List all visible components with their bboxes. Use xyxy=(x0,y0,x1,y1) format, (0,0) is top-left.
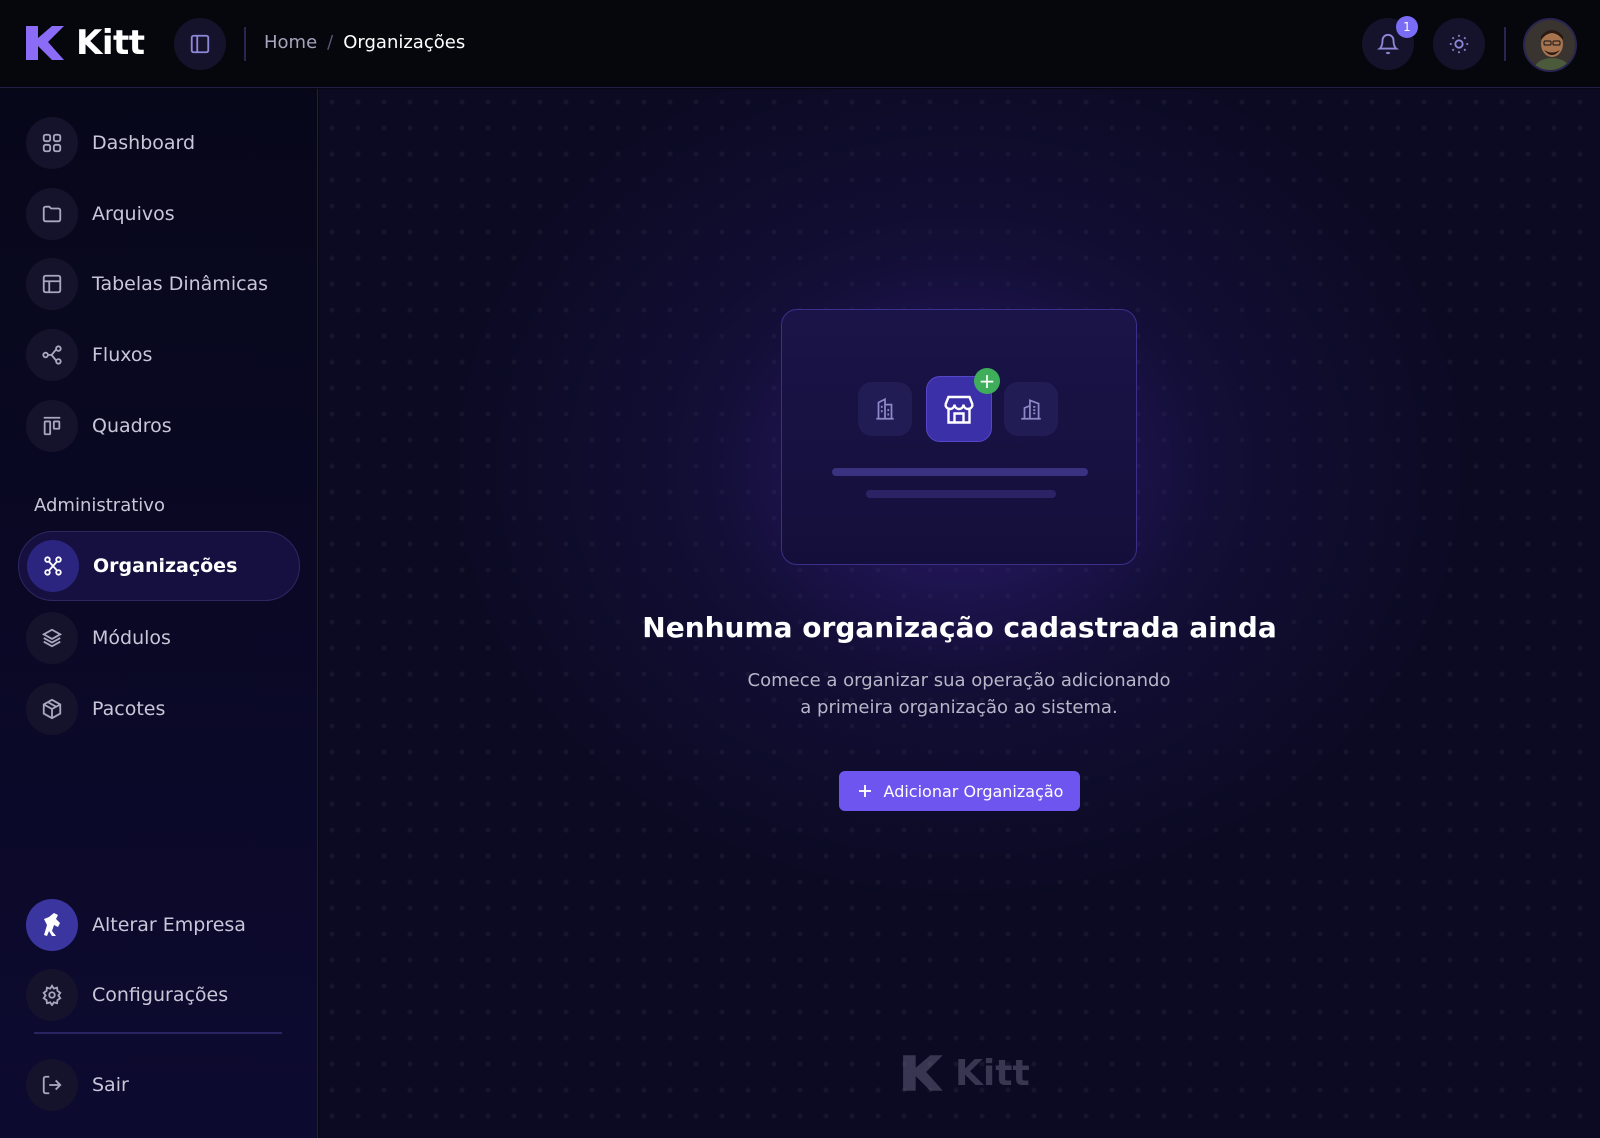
sidebar-item-configuracoes[interactable]: Configurações xyxy=(18,960,300,1030)
placeholder-line xyxy=(832,468,1088,476)
breadcrumb-current: Organizações xyxy=(343,32,466,53)
table-icon xyxy=(26,258,78,310)
sidebar-item-label: Dashboard xyxy=(92,132,196,154)
notification-badge: 1 xyxy=(1396,16,1418,38)
header-divider xyxy=(244,27,246,61)
sidebar-item-label: Organizações xyxy=(93,555,238,577)
sidebar-item-quadros[interactable]: Quadros xyxy=(18,391,300,461)
sidebar-item-label: Tabelas Dinâmicas xyxy=(92,273,269,295)
add-organization-button[interactable]: Adicionar Organização xyxy=(839,771,1080,811)
user-avatar-icon xyxy=(1525,20,1575,70)
footer-watermark: Kitt xyxy=(901,1051,1030,1095)
sidebar-item-label: Fluxos xyxy=(92,344,153,366)
breadcrumb-home-link[interactable]: Home xyxy=(264,32,317,53)
plus-icon xyxy=(858,785,871,797)
section-label-administrativo: Administrativo xyxy=(34,495,165,516)
sidebar: Dashboard Arquivos Tabelas Dinâmicas Flu… xyxy=(0,89,318,1138)
kitt-logo-icon xyxy=(26,26,64,60)
folder-icon xyxy=(26,188,78,240)
empty-state-title: Nenhuma organização cadastrada ainda xyxy=(642,611,1277,644)
main-content: + Nenhuma organização cadastrada ainda C… xyxy=(319,89,1600,1138)
sidebar-item-modulos[interactable]: Módulos xyxy=(18,603,300,673)
building-icon xyxy=(858,382,912,436)
placeholder-line xyxy=(866,490,1056,498)
flow-icon xyxy=(26,329,78,381)
sidebar-item-dashboard[interactable]: Dashboard xyxy=(18,108,300,178)
company-logo-icon xyxy=(26,899,78,951)
kanban-icon xyxy=(26,400,78,452)
sidebar-item-label: Quadros xyxy=(92,415,172,437)
gear-icon xyxy=(26,969,78,1021)
sidebar-item-label: Arquivos xyxy=(92,203,175,225)
theme-toggle-button[interactable] xyxy=(1433,18,1485,70)
brand-logo[interactable]: Kitt xyxy=(24,22,145,64)
brand-name: Kitt xyxy=(76,23,145,63)
add-organization-label: Adicionar Organização xyxy=(883,781,1064,801)
package-icon xyxy=(26,683,78,735)
notifications-button[interactable]: 1 xyxy=(1362,16,1418,70)
sidebar-item-label: Configurações xyxy=(92,984,229,1006)
sidebar-item-sair[interactable]: Sair xyxy=(18,1050,300,1120)
sidebar-item-label: Módulos xyxy=(92,627,171,649)
description-line: Comece a organizar sua operação adiciona… xyxy=(747,670,1171,691)
office-building-icon xyxy=(1004,382,1058,436)
bell-icon xyxy=(1377,34,1399,55)
breadcrumb-separator: / xyxy=(327,32,334,53)
network-icon xyxy=(27,540,79,592)
watermark-text: Kitt xyxy=(955,1052,1030,1094)
sidebar-item-tabelas-dinamicas[interactable]: Tabelas Dinâmicas xyxy=(18,249,300,319)
top-header: Kitt Home / Organizações 1 xyxy=(0,0,1600,88)
sidebar-item-label: Sair xyxy=(92,1074,129,1096)
breadcrumb: Home / Organizações xyxy=(264,32,465,53)
empty-state-illustration: + xyxy=(781,309,1137,565)
add-badge-icon: + xyxy=(974,368,1000,394)
empty-state-description: Comece a organizar sua operação adiciona… xyxy=(709,667,1209,721)
sidebar-item-organizacoes[interactable]: Organizações xyxy=(18,531,300,601)
sidebar-item-label: Pacotes xyxy=(92,698,166,720)
grid-icon xyxy=(26,117,78,169)
layers-icon xyxy=(26,612,78,664)
sidebar-divider xyxy=(34,1032,282,1034)
sun-icon xyxy=(1449,34,1469,54)
sidebar-panel-icon xyxy=(190,34,210,54)
kitt-watermark-logo-icon xyxy=(903,1055,943,1091)
sidebar-toggle-button[interactable] xyxy=(174,18,226,70)
sidebar-item-arquivos[interactable]: Arquivos xyxy=(18,179,300,249)
user-avatar[interactable] xyxy=(1523,18,1577,72)
header-divider-right xyxy=(1504,27,1506,61)
description-line: a primeira organização ao sistema. xyxy=(800,697,1118,718)
sidebar-item-pacotes[interactable]: Pacotes xyxy=(18,674,300,744)
sidebar-item-fluxos[interactable]: Fluxos xyxy=(18,320,300,390)
logout-icon xyxy=(26,1059,78,1111)
sidebar-item-alterar-empresa[interactable]: Alterar Empresa xyxy=(18,890,300,960)
sidebar-item-label: Alterar Empresa xyxy=(92,914,246,936)
